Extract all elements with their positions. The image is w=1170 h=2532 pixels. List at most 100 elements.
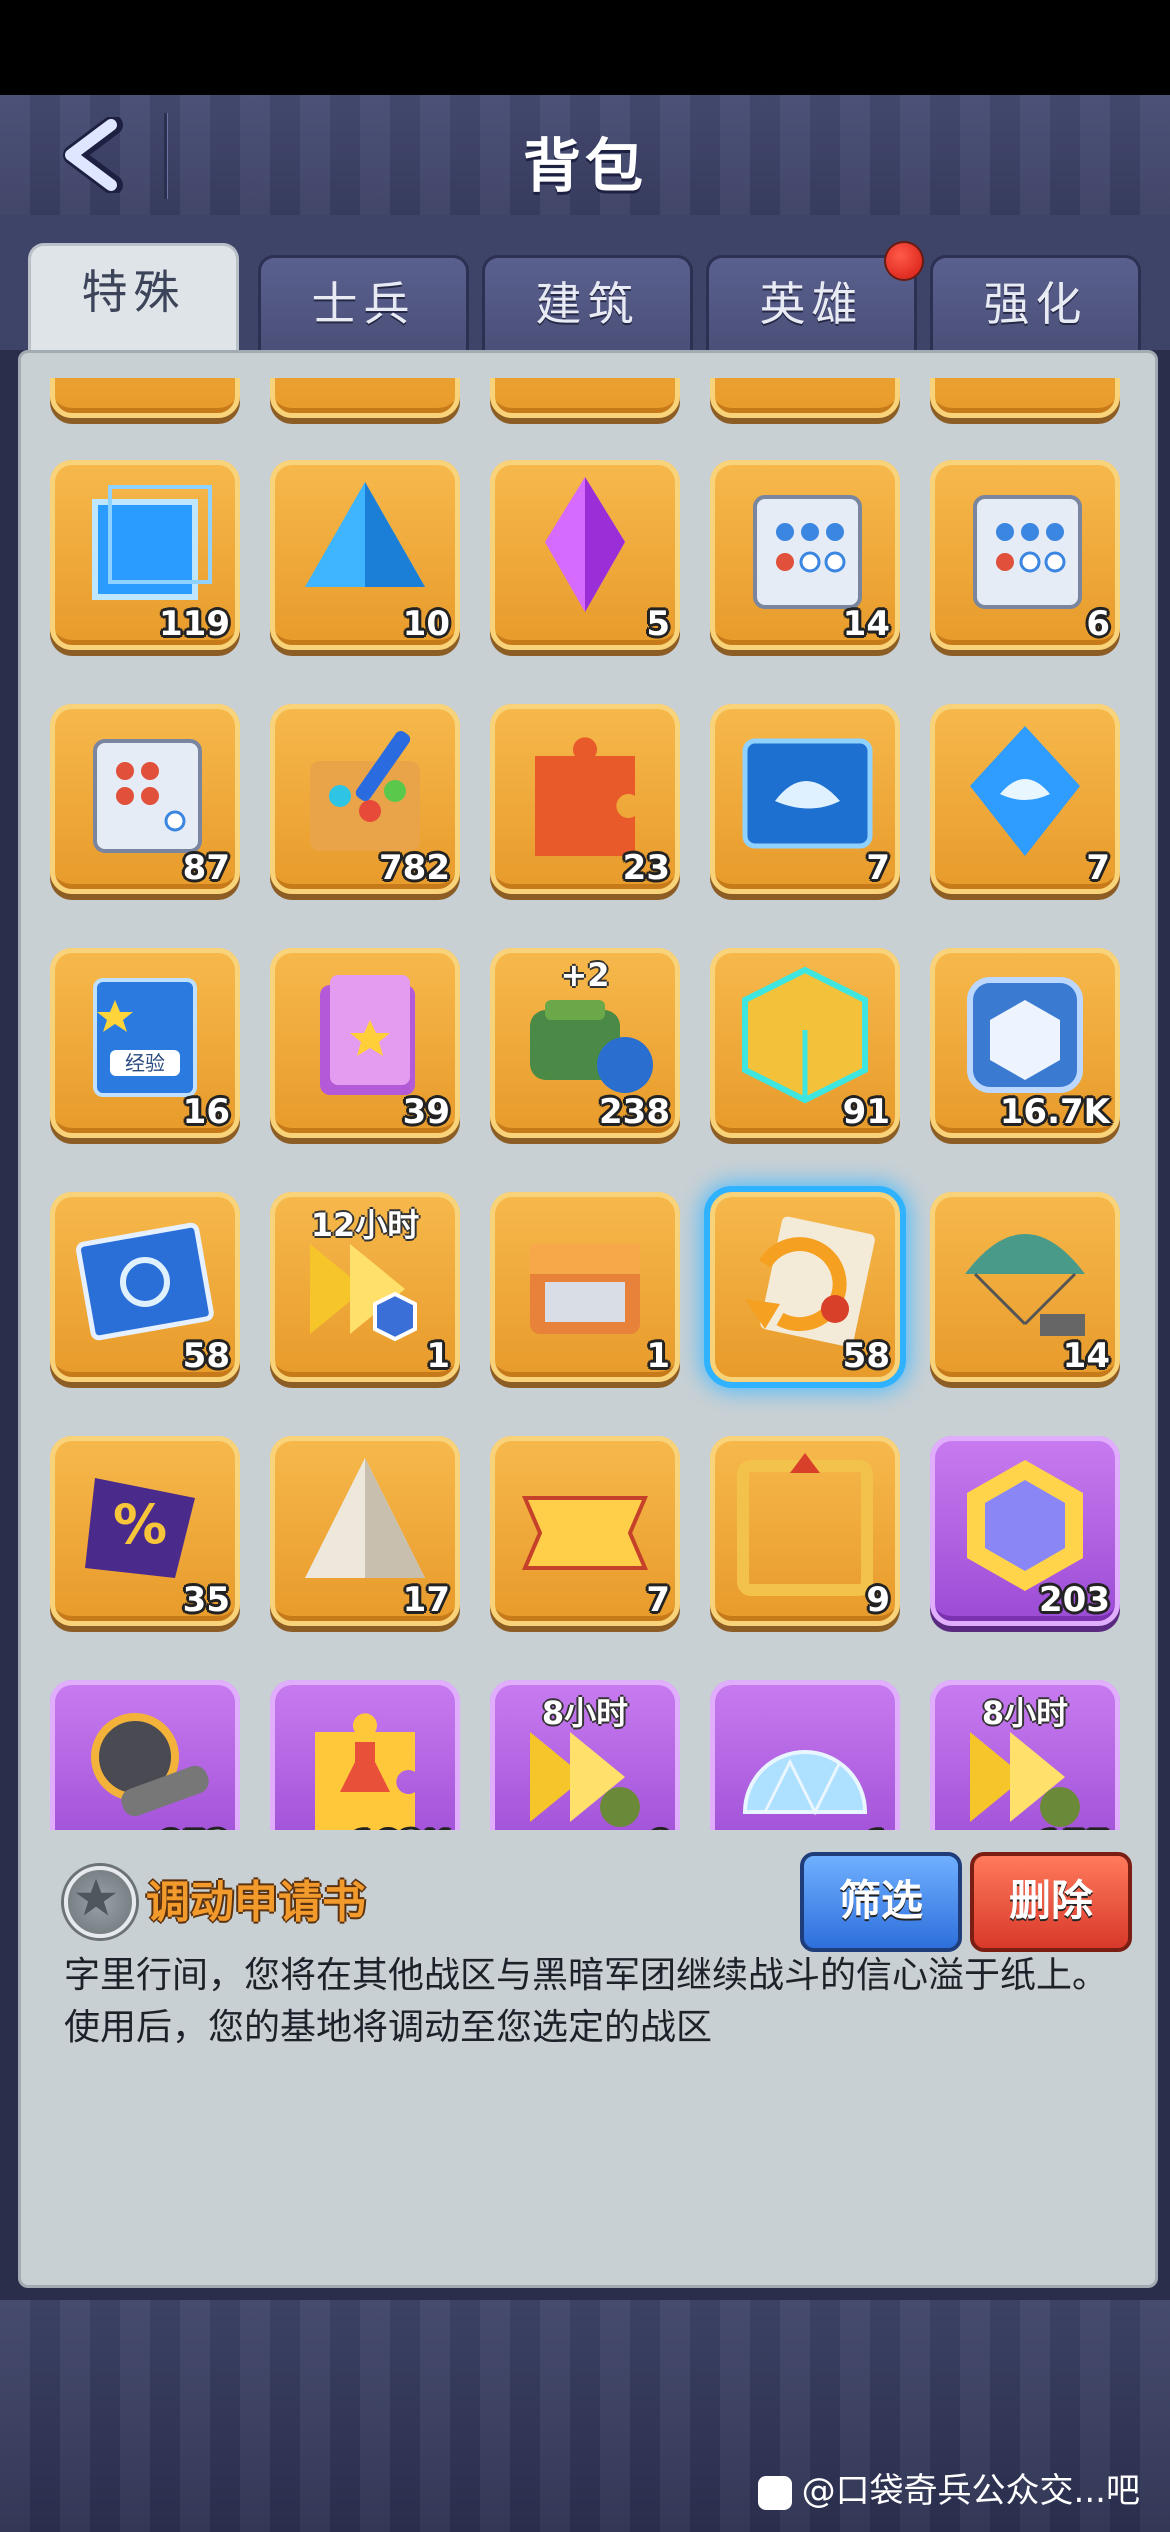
shark-crystal-icon — [970, 726, 1080, 856]
inventory-item[interactable]: 经验经验16 — [50, 948, 240, 1138]
item-count: 177 — [1039, 1824, 1110, 1830]
item-count: 9 — [866, 1580, 890, 1620]
blue-pyramid-crystal-icon — [305, 482, 425, 587]
inventory-item[interactable]: 87 — [50, 704, 240, 894]
experience-book-icon: 经验 — [93, 978, 197, 1097]
tab-soldiers[interactable]: 士兵 — [258, 255, 469, 353]
red-puzzle-icon — [535, 737, 635, 856]
white-pyramid-icon — [305, 1458, 425, 1578]
inventory-item[interactable]: 7 — [710, 704, 900, 894]
inventory-item[interactable]: 14 — [930, 1192, 1120, 1382]
tab-buildings[interactable]: 建筑 — [482, 255, 693, 353]
item-count: 23 — [622, 848, 670, 888]
inventory-item[interactable]: 23 — [490, 704, 680, 894]
inventory-item[interactable]: 872 — [50, 1680, 240, 1830]
status-bar — [0, 0, 1170, 95]
watermark: @口袋奇兵公众交...吧 — [757, 2463, 1140, 2512]
gear-cannon-icon — [91, 1713, 209, 1817]
inventory-item[interactable]: 1 — [490, 1192, 680, 1382]
scroll-red-dots-icon — [93, 739, 202, 853]
inventory-item[interactable]: 782 — [270, 704, 460, 894]
inventory-item[interactable]: 182K — [270, 1680, 460, 1830]
inventory-item[interactable]: 14 — [710, 460, 900, 650]
item-count: 14 — [1062, 1336, 1110, 1376]
tab-special[interactable]: 特殊 — [28, 243, 239, 356]
item-slot[interactable] — [930, 378, 1120, 418]
scroll-blue-dots-icon — [973, 495, 1082, 609]
item-slot[interactable] — [270, 378, 460, 418]
item-count: 6 — [1086, 604, 1110, 644]
inventory-item[interactable]: 10 — [270, 460, 460, 650]
item-slot[interactable] — [710, 378, 900, 418]
bottom-background: @口袋奇兵公众交...吧 — [0, 2300, 1170, 2532]
app-logo-icon — [757, 2475, 792, 2510]
item-count: 182K — [353, 1824, 450, 1830]
delete-button[interactable]: 删除 — [970, 1852, 1132, 1952]
scroll-blue-dots-icon — [753, 495, 862, 609]
item-count: 1 — [866, 1824, 890, 1830]
item-count: 87 — [182, 848, 230, 888]
inventory-item[interactable]: 9 — [710, 1436, 900, 1626]
inventory-item[interactable]: +2 238 — [490, 948, 680, 1138]
purple-crystal-icon — [545, 477, 625, 612]
inventory-item[interactable]: 8小时 177 — [930, 1680, 1120, 1830]
purple-folder-icon — [320, 975, 415, 1095]
orange-crate-icon — [530, 1244, 640, 1334]
inventory-item[interactable]: 6 — [930, 460, 1120, 650]
svg-text:经验: 经验 — [125, 1051, 165, 1075]
inventory-item[interactable]: 7 — [490, 1436, 680, 1626]
item-overlay-label: 12小时 — [310, 1206, 420, 1244]
tab-heroes[interactable]: 英雄 — [706, 255, 917, 353]
item-count: 203 — [1039, 1580, 1110, 1620]
blueprint-icon — [76, 1222, 214, 1341]
inventory-item[interactable]: 17 — [270, 1436, 460, 1626]
item-count: 238 — [599, 1092, 670, 1132]
shark-scroll-icon — [742, 738, 873, 849]
tab-enhance[interactable]: 强化 — [930, 255, 1141, 353]
item-count: 10 — [402, 604, 450, 644]
energy-shield-icon — [742, 1750, 868, 1816]
item-grid[interactable]: 119105146877822377经验经验1639+22389116.7K58… — [34, 378, 1136, 1830]
inventory-item[interactable]: 91 — [710, 948, 900, 1138]
inventory-item[interactable]: 39 — [270, 948, 460, 1138]
inventory-item[interactable]: 58 — [50, 1192, 240, 1382]
item-detail-bar: 调动申请书 筛选 删除 — [34, 1840, 1136, 1952]
page-title: 背包 — [522, 132, 647, 200]
inventory-item[interactable]: 8小时 6 — [490, 1680, 680, 1830]
item-description: 字里行间，您将在其他战区与黑暗军团继续战斗的信心溢于纸上。使用后，您的基地将调动… — [64, 1955, 1109, 2048]
item-count: 6 — [646, 1824, 670, 1830]
item-count: 7 — [866, 848, 890, 888]
item-count: 782 — [379, 848, 450, 888]
inventory-item[interactable]: 1 — [710, 1680, 900, 1830]
item-overlay-label: 8小时 — [981, 1694, 1069, 1732]
notification-dot — [886, 243, 922, 279]
item-count: 7 — [1086, 848, 1110, 888]
item-count: 35 — [182, 1580, 230, 1620]
inventory-item[interactable]: 5 — [490, 460, 680, 650]
item-count: 58 — [182, 1336, 230, 1376]
filter-button[interactable]: 筛选 — [800, 1852, 962, 1952]
transfer-document-icon — [745, 1216, 875, 1347]
item-count: 5 — [646, 604, 670, 644]
item-count: 16.7K — [999, 1092, 1110, 1132]
item-count: 119 — [159, 604, 230, 644]
inventory-item[interactable]: 203 — [930, 1436, 1120, 1626]
discount-ticket-icon: % — [85, 1478, 195, 1578]
star-icon — [64, 1866, 136, 1938]
inventory-item[interactable]: 58 — [704, 1186, 906, 1388]
inventory-item[interactable]: 12小时 1 — [270, 1192, 460, 1382]
inventory-item[interactable]: 7 — [930, 704, 1120, 894]
item-overlay-label: +2 — [560, 956, 610, 994]
item-slot[interactable] — [50, 378, 240, 418]
golden-banner-icon — [521, 1496, 649, 1570]
flask-puzzle-icon — [315, 1713, 415, 1830]
item-count: 1 — [426, 1336, 450, 1376]
item-count: 7 — [646, 1580, 670, 1620]
cyan-cube-icon — [742, 966, 868, 1104]
item-slot[interactable] — [490, 378, 680, 418]
inventory-item[interactable]: 16.7K — [930, 948, 1120, 1138]
inventory-item[interactable]: % 35 — [50, 1436, 240, 1626]
inventory-item[interactable]: 119 — [50, 460, 240, 650]
paint-puzzle-icon — [310, 731, 420, 851]
item-count: 16 — [182, 1092, 230, 1132]
